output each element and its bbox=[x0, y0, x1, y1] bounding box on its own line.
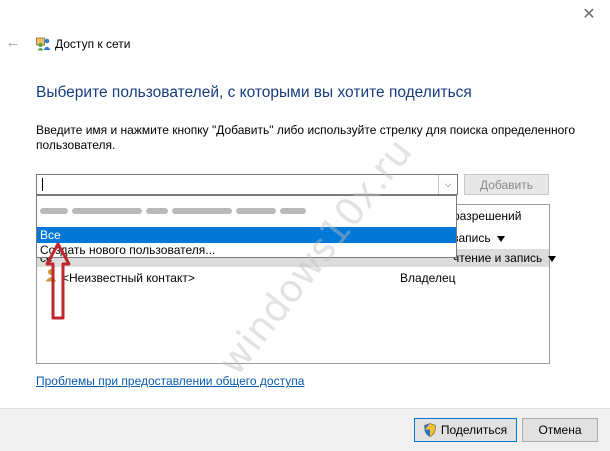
triangle-down-icon[interactable] bbox=[548, 255, 557, 262]
back-arrow-icon[interactable]: ← bbox=[4, 34, 22, 52]
close-icon[interactable]: ✕ bbox=[578, 4, 600, 26]
user-dropdown-list: Все Создать нового пользователя... bbox=[36, 195, 457, 258]
column-header-permission: разрешений bbox=[453, 209, 522, 223]
table-row-name: <Неизвестный контакт> bbox=[62, 271, 195, 285]
permission-label: чтение и запись bbox=[453, 251, 543, 265]
dropdown-item-create-user[interactable]: Создать нового пользователя... bbox=[37, 242, 456, 258]
annotation-arrow bbox=[45, 242, 71, 320]
share-button[interactable]: Поделиться bbox=[414, 418, 517, 442]
table-row-permission: Владелец bbox=[400, 271, 456, 285]
triangle-down-icon[interactable] bbox=[496, 235, 505, 242]
uac-shield-icon bbox=[424, 423, 436, 437]
window-title: Доступ к сети bbox=[55, 37, 131, 51]
cancel-button[interactable]: Отмена bbox=[522, 418, 598, 442]
sharing-problems-link[interactable]: Проблемы при предоставлении общего досту… bbox=[36, 374, 304, 388]
share-button-label: Поделиться bbox=[440, 423, 508, 437]
page-heading: Выберите пользователей, с которыми вы хо… bbox=[36, 84, 472, 101]
text-caret bbox=[42, 178, 43, 191]
network-share-icon bbox=[36, 37, 51, 51]
table-row-permission[interactable]: чтение и запись bbox=[453, 251, 557, 265]
table-row-permission[interactable]: запись bbox=[453, 231, 505, 245]
permission-label: запись bbox=[453, 231, 491, 245]
dropdown-item-everyone[interactable]: Все bbox=[37, 227, 456, 243]
instruction-text: Введите имя и нажмите кнопку "Добавить" … bbox=[36, 123, 576, 152]
footer-bar bbox=[0, 408, 610, 451]
add-button[interactable]: Добавить bbox=[464, 174, 549, 195]
chevron-down-icon[interactable]: ⌵ bbox=[438, 175, 457, 194]
dropdown-item-blurred[interactable] bbox=[37, 202, 456, 218]
